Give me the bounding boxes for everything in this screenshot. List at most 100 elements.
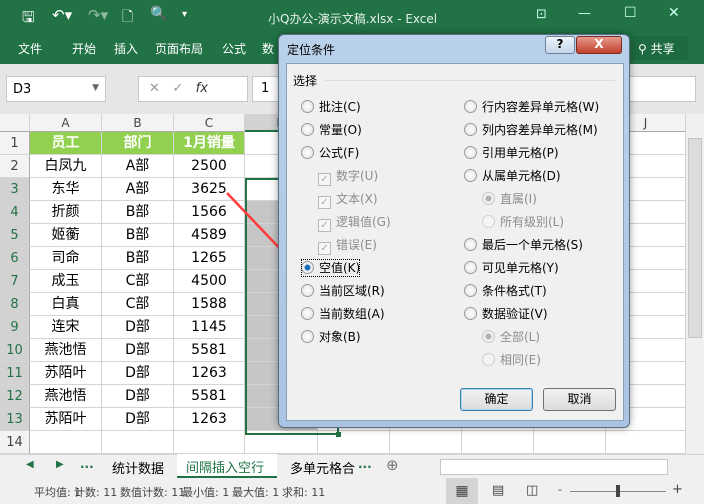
radio-icon[interactable] (301, 284, 314, 297)
group-label: 选择 (293, 74, 318, 88)
dialog-body: 选择 批注(C) 常量(O) 公式(F) ✓ 数字(U) ✓ 文本(X) ✓ 逻辑值(G) ✓ 错误… (286, 63, 624, 421)
option-label: 条件格式(T) (482, 284, 547, 298)
option-left-6[interactable]: ✓ 错误(E) (318, 236, 377, 255)
option-left-2[interactable]: 公式(F) (301, 144, 359, 162)
radio-icon[interactable] (301, 330, 314, 343)
ok-button[interactable]: 确定 (460, 388, 533, 411)
go-to-special-dialog: 定位条件 ? X 选择 批注(C) 常量(O) 公式(F) ✓ 数字(U) ✓ 文本(X) ✓… (278, 34, 630, 428)
option-right-9[interactable]: 数据验证(V) (464, 305, 548, 323)
option-label: 常量(O) (319, 123, 362, 137)
page-break-view-icon[interactable]: ◫ (526, 483, 538, 498)
radio-icon[interactable] (464, 238, 477, 251)
option-left-1[interactable]: 常量(O) (301, 121, 362, 139)
checkbox-icon[interactable]: ✓ (318, 219, 331, 232)
dialog-close-button[interactable]: X (576, 36, 622, 54)
option-label: 对象(B) (319, 330, 361, 344)
status-item: 数值计数: 11 (120, 486, 186, 499)
dialog-title: 定位条件 (287, 43, 336, 57)
option-label: 当前区域(R) (319, 284, 385, 298)
normal-view-icon[interactable]: ▦ (446, 478, 478, 504)
radio-icon[interactable] (464, 123, 477, 136)
group-divider (325, 80, 615, 81)
option-right-6[interactable]: 最后一个单元格(S) (464, 236, 583, 254)
radio-icon[interactable] (301, 146, 314, 159)
sheet-tabs-bar: ◀ ▶ ... 统计数据 间隔插入空行 多单元格合 ... ⊕ (0, 454, 704, 478)
option-label: 当前数组(A) (319, 307, 385, 321)
radio-icon[interactable] (464, 169, 477, 182)
option-left-3[interactable]: ✓ 数字(U) (318, 167, 379, 186)
option-left-10[interactable]: 对象(B) (301, 328, 361, 346)
option-left-9[interactable]: 当前数组(A) (301, 305, 385, 323)
status-item: 最小值: 1 (182, 486, 230, 499)
radio-icon[interactable] (464, 284, 477, 297)
option-right-5[interactable]: 所有级别(L) (482, 213, 564, 231)
more-sheets-left[interactable]: ... (80, 457, 94, 471)
option-label: 数字(U) (336, 169, 379, 183)
radio-icon[interactable] (464, 100, 477, 113)
sheet-tab-active[interactable]: 间隔插入空行 (177, 454, 277, 478)
radio-icon[interactable] (482, 330, 495, 343)
option-label: 列内容差异单元格(M) (482, 123, 598, 137)
option-right-11[interactable]: 相同(E) (482, 351, 541, 369)
status-bar: 平均值: 1 计数: 11 数值计数: 11 最小值: 1 最大值: 1 求和: 11 ▦… (0, 478, 704, 504)
option-left-5[interactable]: ✓ 逻辑值(G) (318, 213, 391, 232)
option-right-10[interactable]: 全部(L) (482, 328, 540, 346)
cancel-button[interactable]: 取消 (543, 388, 616, 411)
option-label: 所有级别(L) (500, 215, 565, 229)
option-label: 最后一个单元格(S) (482, 238, 583, 252)
radio-icon[interactable] (301, 307, 314, 320)
radio-icon[interactable] (464, 146, 477, 159)
option-label: 公式(F) (319, 146, 360, 160)
checkbox-icon[interactable]: ✓ (318, 196, 331, 209)
zoom-in-icon[interactable]: + (672, 482, 683, 497)
radio-icon[interactable] (464, 307, 477, 320)
option-right-0[interactable]: 行内容差异单元格(W) (464, 98, 599, 116)
status-item: 最大值: 1 (232, 486, 280, 499)
zoom-out-icon[interactable]: - (558, 483, 562, 496)
option-left-4[interactable]: ✓ 文本(X) (318, 190, 378, 209)
option-label: 空值(K) (319, 261, 361, 275)
option-label: 可见单元格(Y) (482, 261, 559, 275)
option-right-2[interactable]: 引用单元格(P) (464, 144, 559, 162)
option-label: 逻辑值(G) (336, 215, 391, 229)
radio-icon[interactable] (301, 123, 314, 136)
radio-icon[interactable] (482, 353, 495, 366)
option-right-4[interactable]: 直属(I) (482, 190, 537, 208)
option-label: 从属单元格(D) (482, 169, 561, 183)
radio-icon[interactable] (482, 192, 495, 205)
radio-icon[interactable] (464, 261, 477, 274)
status-item: 求和: 11 (282, 486, 326, 499)
option-right-8[interactable]: 条件格式(T) (464, 282, 547, 300)
next-sheet-icon[interactable]: ▶ (56, 459, 64, 470)
prev-sheet-icon[interactable]: ◀ (26, 459, 34, 470)
option-label: 行内容差异单元格(W) (482, 100, 600, 114)
checkbox-icon[interactable]: ✓ (318, 173, 331, 186)
horizontal-scrollbar[interactable] (440, 459, 668, 475)
option-label: 数据验证(V) (482, 307, 548, 321)
option-left-0[interactable]: 批注(C) (301, 98, 361, 116)
more-sheets-right[interactable]: ... (358, 457, 372, 471)
option-right-3[interactable]: 从属单元格(D) (464, 167, 561, 185)
option-label: 直属(I) (500, 192, 537, 206)
option-label: 文本(X) (336, 192, 378, 206)
zoom-slider-thumb[interactable] (616, 485, 620, 497)
radio-icon[interactable] (482, 215, 495, 228)
option-left-7[interactable]: 空值(K) (301, 259, 361, 277)
option-label: 全部(L) (500, 330, 541, 344)
add-sheet-icon[interactable]: ⊕ (386, 456, 399, 474)
option-label: 批注(C) (319, 100, 361, 114)
checkbox-icon[interactable]: ✓ (318, 242, 331, 255)
option-left-8[interactable]: 当前区域(R) (301, 282, 385, 300)
status-item: 计数: 11 (74, 486, 118, 499)
radio-icon[interactable] (301, 261, 314, 274)
sheet-tab-merge[interactable]: 多单元格合 (290, 458, 355, 477)
option-label: 引用单元格(P) (482, 146, 559, 160)
help-button[interactable]: ? (545, 36, 575, 54)
sheet-tab-stats[interactable]: 统计数据 (112, 458, 164, 477)
option-right-7[interactable]: 可见单元格(Y) (464, 259, 559, 277)
radio-icon[interactable] (301, 100, 314, 113)
option-label: 相同(E) (500, 353, 541, 367)
page-layout-view-icon[interactable]: ▤ (492, 483, 504, 498)
option-right-1[interactable]: 列内容差异单元格(M) (464, 121, 598, 139)
option-label: 错误(E) (336, 238, 377, 252)
